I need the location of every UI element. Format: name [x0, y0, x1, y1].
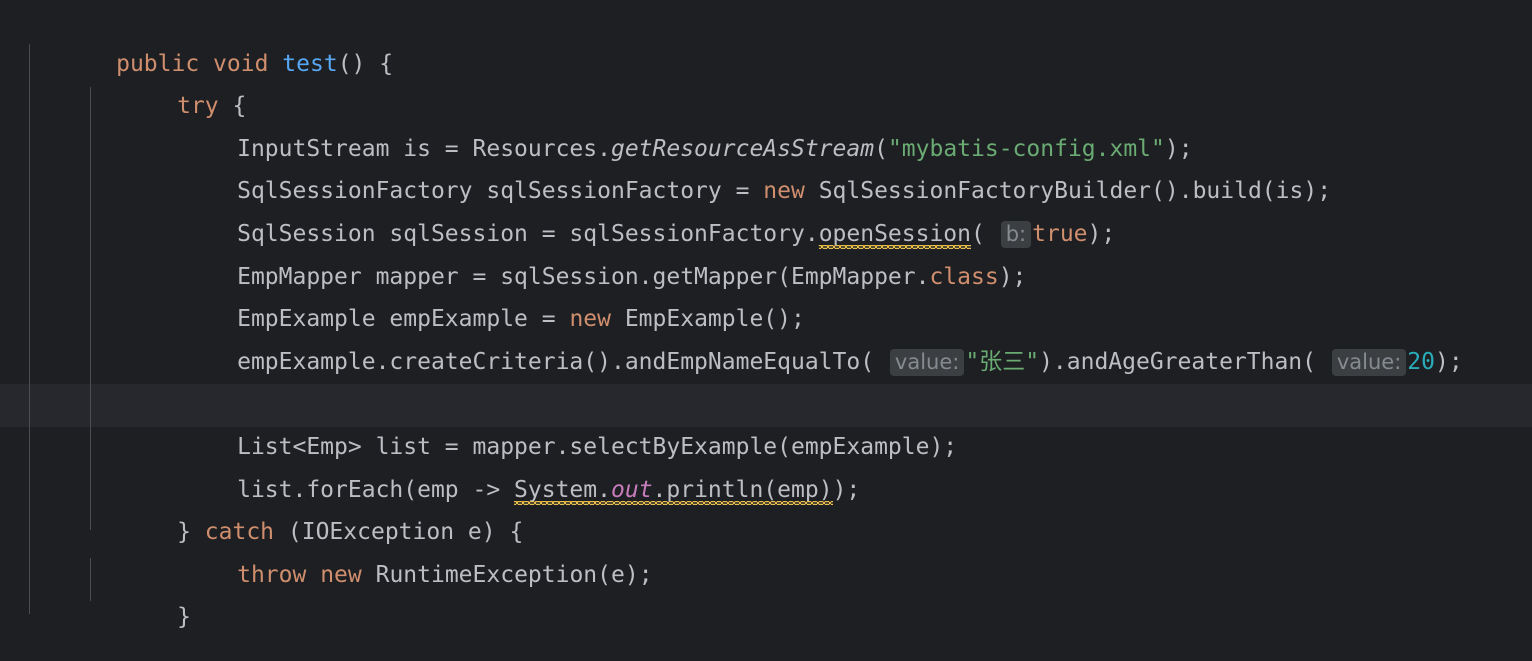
code-line-5[interactable]: SqlSession sqlSession = sqlSessionFactor… — [0, 170, 1532, 213]
code-line-11[interactable]: list.forEach(emp -> System.out.println(e… — [0, 426, 1532, 469]
code-line-2[interactable]: try { — [0, 43, 1532, 86]
code-line-9-empty[interactable] — [0, 341, 1532, 384]
code-line-6[interactable]: EmpMapper mapper = sqlSession.getMapper(… — [0, 213, 1532, 256]
closing-brace: } — [177, 604, 191, 630]
code-line-3[interactable]: InputStream is = Resources.getResourceAs… — [0, 85, 1532, 128]
code-line-8[interactable]: empExample.createCriteria().andEmpNameEq… — [0, 298, 1532, 341]
code-line-14[interactable]: } — [0, 554, 1532, 597]
code-line-12[interactable]: } catch (IOException e) { — [0, 469, 1532, 512]
code-line-10[interactable]: List<Emp> list = mapper.selectByExample(… — [0, 383, 1532, 426]
code-line-1[interactable]: public void test() { — [0, 0, 1532, 43]
code-lines[interactable]: public void test() { try { InputStream i… — [0, 0, 1532, 661]
code-editor-pane[interactable]: public void test() { try { InputStream i… — [0, 0, 1532, 661]
code-line-4[interactable]: SqlSessionFactory sqlSessionFactory = ne… — [0, 128, 1532, 171]
code-line-7[interactable]: EmpExample empExample = new EmpExample()… — [0, 256, 1532, 299]
code-line-13[interactable]: throw new RuntimeException(e); — [0, 511, 1532, 554]
